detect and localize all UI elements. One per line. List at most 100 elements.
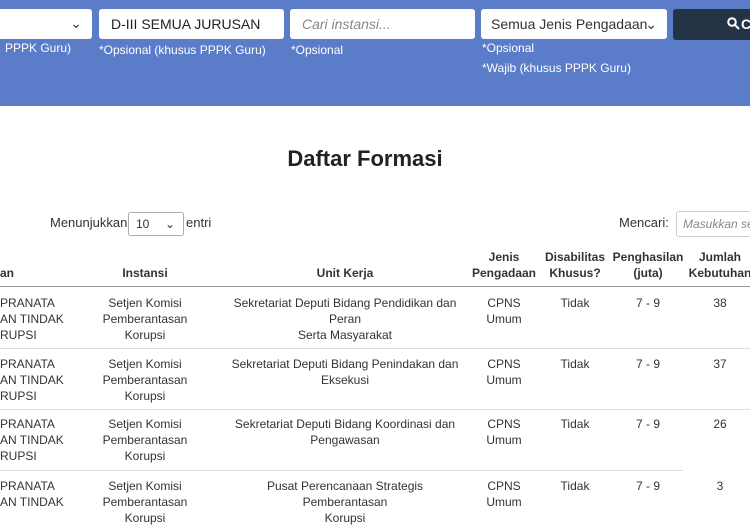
- cell-text-line: Pengawasan: [310, 433, 380, 447]
- cell-text-line: CPNS: [487, 296, 521, 310]
- cell-instansi: Setjen Komisi Pemberantasan Korupsi: [65, 416, 225, 464]
- cell-text-line: Eksekusi: [320, 373, 370, 387]
- cell-instansi: Setjen Komisi Pemberantasan Korupsi: [65, 356, 225, 404]
- cell-unit-kerja: Sekretariat Deputi Bidang Koordinasi dan…: [225, 416, 465, 448]
- table-search: Mencari: Masukkan se: [619, 211, 750, 237]
- entries-length-value: 10: [136, 217, 150, 231]
- filter-bar: ⌄ PPPK Guru) D-III SEMUA JURUSAN *Opsion…: [0, 0, 750, 106]
- search-icon: [727, 17, 740, 30]
- agency-search-input[interactable]: Cari instansi...: [290, 9, 475, 39]
- cell-text-line: CPNS: [487, 479, 521, 493]
- cell-penghasilan: 7 - 9: [635, 357, 660, 371]
- cell-jenis-pengadaan: CPNS Umum: [470, 478, 538, 510]
- cell-text-line: Korupsi: [124, 449, 166, 463]
- cell-text-line: Korupsi: [124, 328, 166, 342]
- cell-text-line: Pusat Perencanaan Strategis Pemberantasa…: [266, 479, 424, 509]
- entries-length-label: Menunjukkan: [50, 215, 128, 230]
- agency-hint: *Opsional: [291, 43, 344, 57]
- row-divider: [0, 470, 683, 471]
- search-button[interactable]: C: [673, 9, 750, 40]
- cell-text-line: RUPSI: [0, 328, 37, 342]
- cell-jumlah-kebutuhan: 3: [716, 479, 724, 493]
- cell-text-line: Serta Masyarakat: [297, 328, 393, 342]
- cell-text-line: Setjen Komisi Pemberantasan: [102, 417, 188, 447]
- cell-text-line: AN TINDAK: [0, 312, 64, 326]
- column-header-keb-line2: Kebutuhan: [688, 266, 750, 280]
- cell-jumlah-kebutuhan: 26: [713, 417, 727, 431]
- table-header-divider: [0, 286, 750, 287]
- chevron-down-icon: ⌄: [645, 16, 657, 32]
- education-input[interactable]: D-III SEMUA JURUSAN: [99, 9, 284, 39]
- cell-text-line: CPNS: [487, 417, 521, 431]
- table-search-input[interactable]: Masukkan se: [676, 211, 750, 237]
- cell-text-line: PRANATA: [0, 479, 55, 493]
- entries-length-suffix: entri: [186, 215, 212, 230]
- cell-text-line: Umum: [486, 373, 522, 387]
- column-header-penghasilan[interactable]: Penghasilan (juta): [610, 249, 686, 281]
- cell-jenis-pengadaan: CPNS Umum: [470, 356, 538, 388]
- column-header-jabatan[interactable]: an: [0, 265, 14, 281]
- cell-disabilitas: Tidak: [560, 417, 590, 431]
- cell-text-line: Setjen Komisi Pemberantasan: [102, 479, 188, 509]
- row-divider: [0, 348, 750, 349]
- procurement-type-select[interactable]: Semua Jenis Pengadaan ⌄: [481, 9, 667, 39]
- cell-unit-kerja: Pusat Perencanaan Strategis Pemberantasa…: [225, 478, 465, 526]
- cell-disabilitas: Tidak: [560, 296, 590, 310]
- procurement-type-value: Semua Jenis Pengadaan: [491, 16, 648, 32]
- column-header-jumlah-kebutuhan[interactable]: Jumlah Kebutuhan: [688, 249, 750, 281]
- chevron-down-icon: ⌄: [164, 217, 175, 231]
- column-header-keb-line1: Jumlah: [698, 250, 741, 264]
- cell-text-line: CPNS: [487, 357, 521, 371]
- column-header-unit-kerja[interactable]: Unit Kerja: [295, 265, 395, 281]
- cell-instansi: Setjen Komisi Pemberantasan Korupsi: [65, 478, 225, 526]
- cell-instansi: Setjen Komisi Pemberantasan Korupsi: [65, 295, 225, 343]
- cell-text-line: Umum: [486, 433, 522, 447]
- page-title: Daftar Formasi: [287, 146, 443, 171]
- cell-text-line: AN TINDAK: [0, 495, 64, 509]
- table-search-label: Mencari:: [619, 215, 669, 230]
- entries-length-control: Menunjukkan 10 ⌄ entri: [50, 212, 211, 236]
- cell-text-line: RUPSI: [0, 389, 37, 403]
- entries-length-select[interactable]: 10 ⌄: [128, 212, 184, 236]
- cell-text-line: Sekretariat Deputi Bidang Penindakan dan: [231, 357, 459, 371]
- cell-text-line: Sekretariat Deputi Bidang Koordinasi dan: [234, 417, 456, 431]
- chevron-down-icon: ⌄: [70, 15, 82, 31]
- cell-text-line: Umum: [486, 495, 522, 509]
- cell-jabatan: PRANATA AN TINDAK: [0, 478, 64, 510]
- cell-jenis-pengadaan: CPNS Umum: [470, 416, 538, 448]
- column-header-instansi[interactable]: Instansi: [95, 265, 195, 281]
- search-button-label: C: [741, 16, 750, 32]
- cell-text-line: Setjen Komisi Pemberantasan: [102, 357, 188, 387]
- cell-text-line: AN TINDAK: [0, 433, 64, 447]
- cell-text-line: Sekretariat Deputi Bidang Pendidikan dan…: [233, 296, 457, 326]
- column-header-jenis-line1: Jenis: [488, 250, 520, 264]
- cell-penghasilan: 7 - 9: [635, 296, 660, 310]
- column-header-jenis-pengadaan[interactable]: Jenis Pengadaan: [470, 249, 538, 281]
- cell-disabilitas: Tidak: [560, 357, 590, 371]
- cell-disabilitas: Tidak: [560, 479, 590, 493]
- cell-jenis-pengadaan: CPNS Umum: [470, 295, 538, 327]
- cell-text-line: PRANATA: [0, 417, 55, 431]
- cell-jabatan: PRANATA AN TINDAK RUPSI: [0, 295, 64, 343]
- cell-jabatan: PRANATA AN TINDAK RUPSI: [0, 356, 64, 404]
- cell-text-line: Umum: [486, 312, 522, 326]
- cell-text-line: PRANATA: [0, 357, 55, 371]
- education-hint: *Opsional (khusus PPPK Guru): [99, 43, 266, 57]
- cell-jumlah-kebutuhan: 38: [713, 296, 727, 310]
- cell-text-line: Korupsi: [324, 511, 366, 525]
- cell-text-line: Korupsi: [124, 389, 166, 403]
- cell-penghasilan: 7 - 9: [635, 479, 660, 493]
- cell-text-line: AN TINDAK: [0, 373, 64, 387]
- procurement-hint: *Opsional: [482, 41, 535, 55]
- cell-jumlah-kebutuhan: 37: [713, 357, 727, 371]
- column-header-disabilitas[interactable]: Disabilitas Khusus?: [542, 249, 608, 281]
- cell-jabatan: PRANATA AN TINDAK RUPSI: [0, 416, 64, 464]
- cell-text-line: RUPSI: [0, 449, 37, 463]
- column-header-dis-line2: Khusus?: [549, 266, 601, 280]
- cell-text-line: Korupsi: [124, 511, 166, 525]
- column-header-gaji-line1: Penghasilan: [612, 250, 684, 264]
- formation-type-select[interactable]: ⌄: [0, 9, 92, 39]
- row-divider: [0, 409, 750, 410]
- procurement-hint-required: *Wajib (khusus PPPK Guru): [482, 61, 631, 75]
- cell-text-line: Setjen Komisi Pemberantasan: [102, 296, 188, 326]
